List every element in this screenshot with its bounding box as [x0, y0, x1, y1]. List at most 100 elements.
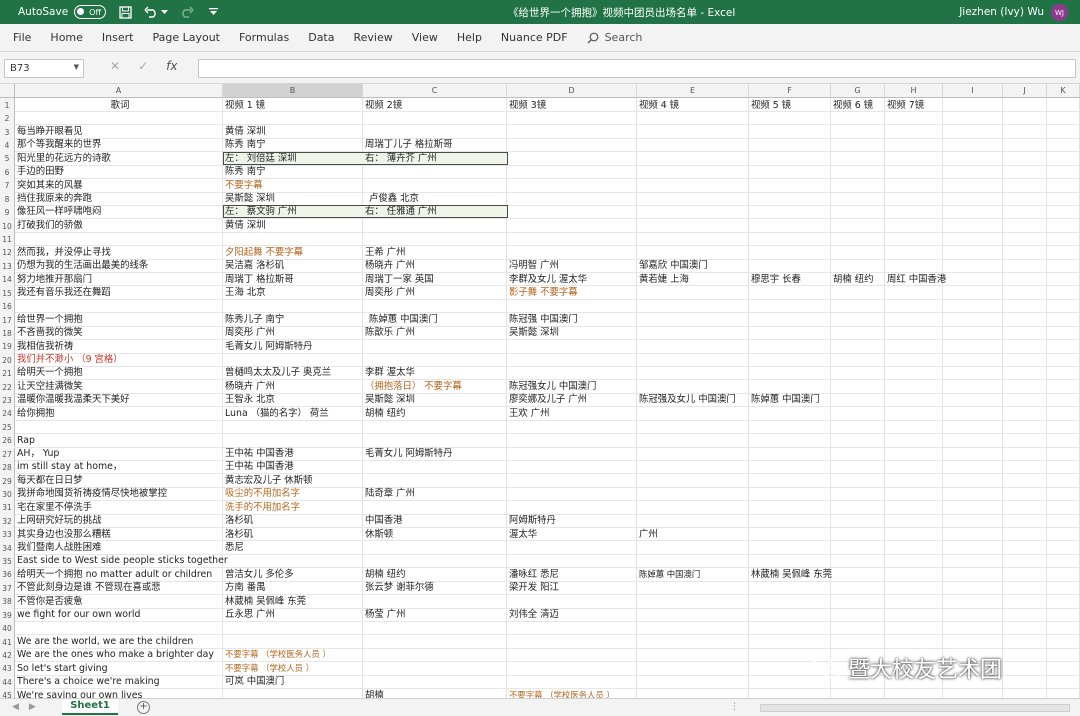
header-cell-e[interactable]: 视频 4 镜 — [637, 99, 679, 112]
cell-a34[interactable]: 我们暨南人战胜困难 — [15, 541, 101, 554]
cell-b4[interactable]: 陈秀 南宁 — [223, 138, 265, 151]
cell-b44[interactable]: 可岚 中国澳门 — [223, 675, 284, 688]
undo-dropdown-icon[interactable] — [160, 5, 168, 19]
cell-a41[interactable]: We are the world, we are the children — [15, 635, 193, 648]
row-header-34[interactable]: 34 — [0, 541, 15, 555]
cell-b42[interactable]: 不要字幕 （学校医务人员 ） — [223, 648, 331, 661]
cell-b36[interactable]: 曾洁女儿 多伦多 — [223, 568, 294, 581]
row-header-37[interactable]: 37 — [0, 581, 15, 596]
column-header-g[interactable]: G — [831, 84, 885, 98]
cell-a30[interactable]: 我拼命地囤货祈祷疫情尽快地被掌控 — [15, 487, 167, 500]
cell-d13[interactable]: 冯明智 广州 — [507, 259, 559, 272]
cell-c13[interactable]: 杨晓卉 广州 — [363, 259, 415, 272]
cell-a24[interactable]: 给你拥抱 — [15, 407, 55, 420]
cell-a28[interactable]: im still stay at home， — [15, 460, 122, 473]
cell-d14[interactable]: 李群及女儿 渥太华 — [507, 273, 587, 286]
row-header-40[interactable]: 40 — [0, 621, 15, 636]
cell-a45[interactable]: We're saving our own lives — [15, 689, 142, 698]
cell-a7[interactable]: 突如其来的风暴 — [15, 179, 83, 192]
row-header-44[interactable]: 44 — [0, 675, 15, 690]
column-header-a[interactable]: A — [15, 84, 223, 98]
cell-a37[interactable]: 不管此刻身边是谁 不管现在喜或悲 — [15, 581, 161, 594]
cell-d39[interactable]: 刘伟全 清迈 — [507, 608, 559, 621]
cell-d32[interactable]: 阿姆斯特丹 — [507, 514, 556, 527]
row-header-27[interactable]: 27 — [0, 447, 15, 461]
cell-c30[interactable]: 陆奇章 广州 — [363, 487, 415, 500]
cell-b22[interactable]: 杨晓卉 广州 — [223, 380, 275, 393]
cell-b39[interactable]: 丘永思 广州 — [223, 608, 275, 621]
cell-d45[interactable]: 不要字幕 （学校医务人员 ） — [507, 689, 615, 698]
row-header-35[interactable]: 35 — [0, 554, 15, 569]
row-header-20[interactable]: 20 — [0, 353, 15, 367]
column-header-k[interactable]: K — [1047, 84, 1080, 98]
cell-b30[interactable]: 吸尘的不用加名字 — [223, 487, 300, 500]
cell-c36[interactable]: 胡楠 纽约 — [363, 568, 405, 581]
row-header-25[interactable]: 25 — [0, 420, 15, 435]
row-header-39[interactable]: 39 — [0, 608, 15, 622]
cell-a27[interactable]: AH， Yup — [15, 447, 59, 460]
cell-a44[interactable]: There's a choice we're making — [15, 675, 160, 688]
cell-c18[interactable]: 陈歆乐 广州 — [363, 326, 415, 339]
header-cell-f[interactable]: 视频 5 镜 — [749, 99, 791, 112]
formula-input[interactable] — [198, 59, 1076, 78]
cell-a29[interactable]: 每天都在日日梦 — [15, 474, 83, 487]
redo-icon[interactable] — [180, 5, 194, 19]
cell-f23[interactable]: 陈婥蕙 中国澳门 — [749, 393, 820, 406]
cell-a12[interactable]: 然而我，并没停止寻找 — [15, 246, 111, 259]
cell-a15[interactable]: 我还有音乐我还在舞蹈 — [15, 286, 111, 299]
tab-file[interactable]: File — [13, 31, 31, 44]
cell-c27[interactable]: 毛菁女儿 阿姆斯特丹 — [363, 447, 452, 460]
cell-c33[interactable]: 休斯顿 — [363, 528, 393, 541]
row-header-6[interactable]: 6 — [0, 165, 15, 180]
cell-c12[interactable]: 王希 广州 — [363, 246, 405, 259]
cell-b10[interactable]: 黄倩 深圳 — [223, 219, 265, 232]
row-header-1[interactable]: 1 — [0, 98, 15, 112]
cell-d15[interactable]: 影子舞 不要字幕 — [507, 286, 578, 299]
cell-e23[interactable]: 陈冠强及女儿 中国澳门 — [637, 393, 736, 406]
autosave-toggle[interactable]: Off — [74, 5, 107, 19]
tab-nuance-pdf[interactable]: Nuance PDF — [501, 31, 568, 44]
tab-page-layout[interactable]: Page Layout — [152, 31, 220, 44]
row-header-22[interactable]: 22 — [0, 380, 15, 394]
cell-c45[interactable]: 胡楠 — [363, 689, 384, 698]
cell-a4[interactable]: 那个等我醒来的世界 — [15, 138, 101, 151]
cell-a3[interactable]: 每当睁开眼看见 — [15, 125, 83, 138]
cell-a38[interactable]: 不管你是否疲惫 — [15, 595, 83, 608]
row-header-33[interactable]: 33 — [0, 528, 15, 542]
row-header-23[interactable]: 23 — [0, 393, 15, 408]
row-header-14[interactable]: 14 — [0, 273, 15, 287]
cell-a36[interactable]: 给明天一个拥抱 no matter adult or children — [15, 568, 212, 581]
row-header-28[interactable]: 28 — [0, 460, 15, 475]
cell-e33[interactable]: 广州 — [637, 528, 658, 541]
cell-a32[interactable]: 上网研究好玩的挑战 — [15, 514, 101, 527]
row-header-38[interactable]: 38 — [0, 595, 15, 609]
cell-b13[interactable]: 吴洁嘉 洛杉矶 — [223, 259, 284, 272]
chevron-down-icon[interactable]: ▼ — [74, 63, 79, 71]
cell-f14[interactable]: 穆思宇 长春 — [749, 273, 801, 286]
row-header-42[interactable]: 42 — [0, 648, 15, 663]
cell-c9[interactable]: 右： 任雅通 广州 — [363, 205, 437, 218]
cell-c4[interactable]: 周瑞丁儿子 格拉斯哥 — [363, 138, 452, 151]
cell-c32[interactable]: 中国香港 — [363, 514, 403, 527]
row-header-9[interactable]: 9 — [0, 205, 15, 220]
sheet-tab-sheet1[interactable]: Sheet1 — [62, 699, 118, 715]
column-header-c[interactable]: C — [363, 84, 507, 98]
row-header-26[interactable]: 26 — [0, 434, 15, 448]
column-header-h[interactable]: H — [885, 84, 943, 98]
cell-d23[interactable]: 廖奕娜及儿子 广州 — [507, 393, 587, 406]
enter-icon[interactable]: ✓ — [138, 59, 148, 73]
cell-b34[interactable]: 悉尼 — [223, 541, 244, 554]
cell-c5[interactable]: 右： 薄卉芥 广州 — [363, 152, 437, 165]
cell-a18[interactable]: 不吝啬我的微笑 — [15, 326, 83, 339]
cell-a8[interactable]: 挡住我原来的奔跑 — [15, 192, 92, 205]
cell-d18[interactable]: 吴斯懿 深圳 — [507, 326, 559, 339]
row-header-15[interactable]: 15 — [0, 286, 15, 300]
cell-b6[interactable]: 陈秀 南宁 — [223, 165, 265, 178]
cell-b33[interactable]: 洛杉矶 — [223, 528, 253, 541]
row-header-41[interactable]: 41 — [0, 635, 15, 649]
header-cell-b[interactable]: 视频 1 镜 — [223, 99, 265, 112]
save-icon[interactable] — [118, 5, 132, 19]
cell-c22[interactable]: （拥抱落日） 不要字幕 — [363, 380, 462, 393]
undo-icon[interactable] — [144, 5, 158, 19]
header-cell-d[interactable]: 视频 3镜 — [507, 99, 546, 112]
